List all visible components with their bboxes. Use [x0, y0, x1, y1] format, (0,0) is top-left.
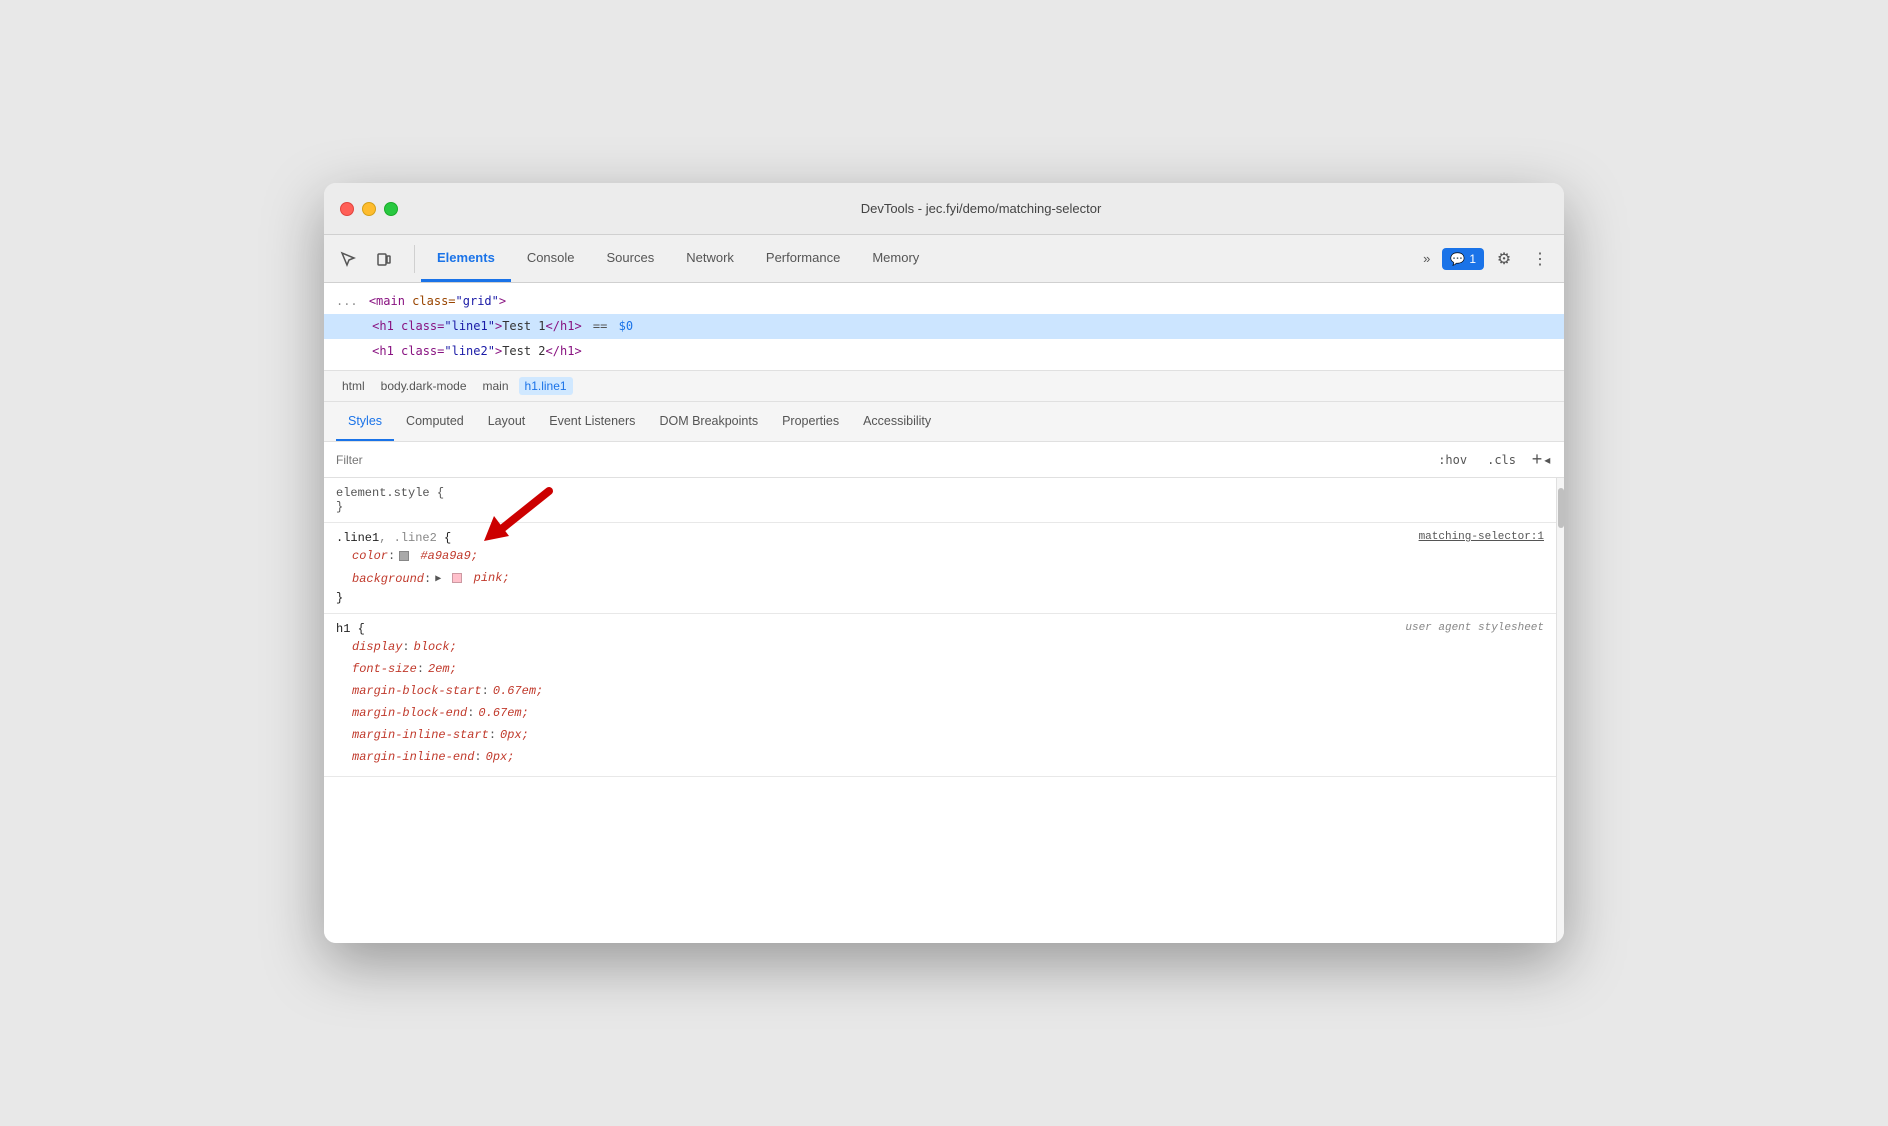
- toolbar-divider: [414, 245, 415, 273]
- prop-color: color: #a9a9a9;: [336, 545, 1544, 567]
- minimize-button[interactable]: [362, 202, 376, 216]
- settings-button[interactable]: ⚙: [1488, 243, 1520, 275]
- dom-row-h1-line1[interactable]: <h1 class="line1">Test 1</h1> == $0: [324, 314, 1564, 339]
- breadcrumb-h1[interactable]: h1.line1: [519, 377, 573, 395]
- style-block-line1-line2: .line1, .line2 { matching-selector:1 col…: [324, 523, 1556, 614]
- traffic-lights: [340, 202, 398, 216]
- ellipsis-icon: ⋮: [1532, 249, 1548, 269]
- prop-font-size: font-size: 2em;: [336, 658, 1544, 680]
- dom-row-h1-line2[interactable]: <h1 class="line2">Test 2</h1>: [324, 339, 1564, 364]
- prop-margin-inline-start: margin-inline-start: 0px;: [336, 724, 1544, 746]
- scrollbar[interactable]: [1556, 478, 1564, 943]
- main-content: ... <main class="grid"> <h1 class="line1…: [324, 283, 1564, 943]
- breadcrumb: html body.dark-mode main h1.line1: [324, 371, 1564, 402]
- filter-actions: :hov .cls + ◂: [1432, 449, 1552, 471]
- line1-line2-selector: .line1, .line2 {: [336, 531, 451, 545]
- prop-margin-block-start: margin-block-start: 0.67em;: [336, 680, 1544, 702]
- filter-bar: :hov .cls + ◂: [324, 442, 1564, 478]
- line1-line2-close: }: [336, 591, 1544, 605]
- gear-icon: ⚙: [1497, 249, 1511, 269]
- prop-margin-inline-end: margin-inline-end: 0px;: [336, 746, 1544, 768]
- styles-tabs: Styles Computed Layout Event Listeners D…: [324, 402, 1564, 442]
- tab-elements[interactable]: Elements: [421, 235, 511, 282]
- tab-computed[interactable]: Computed: [394, 402, 476, 441]
- prop-display: display: block;: [336, 636, 1544, 658]
- notification-button[interactable]: 💬 1: [1442, 248, 1484, 270]
- styles-panel-inner: element.style { }: [324, 478, 1556, 943]
- user-agent-label: user agent stylesheet: [1405, 622, 1544, 634]
- expand-icon[interactable]: ▶: [435, 570, 443, 590]
- style-block-element: element.style { }: [324, 478, 1556, 523]
- color-swatch-pink[interactable]: [452, 573, 462, 583]
- notification-icon: 💬: [1450, 252, 1465, 266]
- style-block-line1-header: .line1, .line2 { matching-selector:1: [336, 531, 1544, 545]
- breadcrumb-main[interactable]: main: [477, 377, 515, 395]
- style-block-h1-header: h1 { user agent stylesheet: [336, 622, 1544, 636]
- tab-console[interactable]: Console: [511, 235, 591, 282]
- fullscreen-button[interactable]: [384, 202, 398, 216]
- select-element-button[interactable]: [332, 243, 364, 275]
- more-tabs-button[interactable]: »: [1415, 247, 1438, 270]
- titlebar: DevTools - jec.fyi/demo/matching-selecto…: [324, 183, 1564, 235]
- styles-panel: element.style { }: [324, 478, 1564, 943]
- h1-selector: h1 {: [336, 622, 365, 636]
- filter-input[interactable]: [336, 453, 1432, 467]
- main-toolbar: Elements Console Sources Network Perform…: [324, 235, 1564, 283]
- tab-event-listeners[interactable]: Event Listeners: [537, 402, 647, 441]
- devtools-window: DevTools - jec.fyi/demo/matching-selecto…: [324, 183, 1564, 943]
- scrollbar-thumb[interactable]: [1558, 488, 1564, 528]
- tab-performance[interactable]: Performance: [750, 235, 856, 282]
- plus-icon: +: [1532, 449, 1543, 470]
- source-link-line1[interactable]: matching-selector:1: [1419, 531, 1544, 543]
- prop-margin-block-end: margin-block-end: 0.67em;: [336, 702, 1544, 724]
- tab-sources[interactable]: Sources: [591, 235, 671, 282]
- dots: ...: [336, 295, 358, 309]
- add-rule-button[interactable]: + ◂: [1530, 449, 1552, 471]
- tab-network[interactable]: Network: [670, 235, 750, 282]
- breadcrumb-html[interactable]: html: [336, 377, 371, 395]
- tab-styles[interactable]: Styles: [336, 402, 394, 441]
- device-toolbar-button[interactable]: [368, 243, 400, 275]
- dom-tree-panel: ... <main class="grid"> <h1 class="line1…: [324, 283, 1564, 371]
- element-style-selector: element.style {: [336, 486, 444, 500]
- dom-row-main[interactable]: ... <main class="grid">: [324, 289, 1564, 314]
- hov-button[interactable]: :hov: [1432, 451, 1473, 469]
- style-block-h1: h1 { user agent stylesheet display: bloc…: [324, 614, 1556, 777]
- tab-memory[interactable]: Memory: [856, 235, 935, 282]
- tab-properties[interactable]: Properties: [770, 402, 851, 441]
- breadcrumb-body[interactable]: body.dark-mode: [375, 377, 473, 395]
- tab-navigation: Elements Console Sources Network Perform…: [421, 235, 1415, 282]
- close-button[interactable]: [340, 202, 354, 216]
- tab-layout[interactable]: Layout: [476, 402, 538, 441]
- prop-background: background: ▶ pink;: [336, 567, 1544, 591]
- more-options-button[interactable]: ⋮: [1524, 243, 1556, 275]
- toolbar-right: » 💬 1 ⚙ ⋮: [1415, 243, 1556, 275]
- tab-accessibility[interactable]: Accessibility: [851, 402, 943, 441]
- toggle-icon: ◂: [1544, 453, 1550, 467]
- toolbar-left-icons: [332, 243, 400, 275]
- notification-count: 1: [1469, 252, 1476, 266]
- color-swatch-a9a9a9[interactable]: [399, 551, 409, 561]
- cls-button[interactable]: .cls: [1481, 451, 1522, 469]
- tab-dom-breakpoints[interactable]: DOM Breakpoints: [647, 402, 770, 441]
- styles-content: element.style { }: [324, 478, 1556, 943]
- window-title: DevTools - jec.fyi/demo/matching-selecto…: [414, 201, 1548, 216]
